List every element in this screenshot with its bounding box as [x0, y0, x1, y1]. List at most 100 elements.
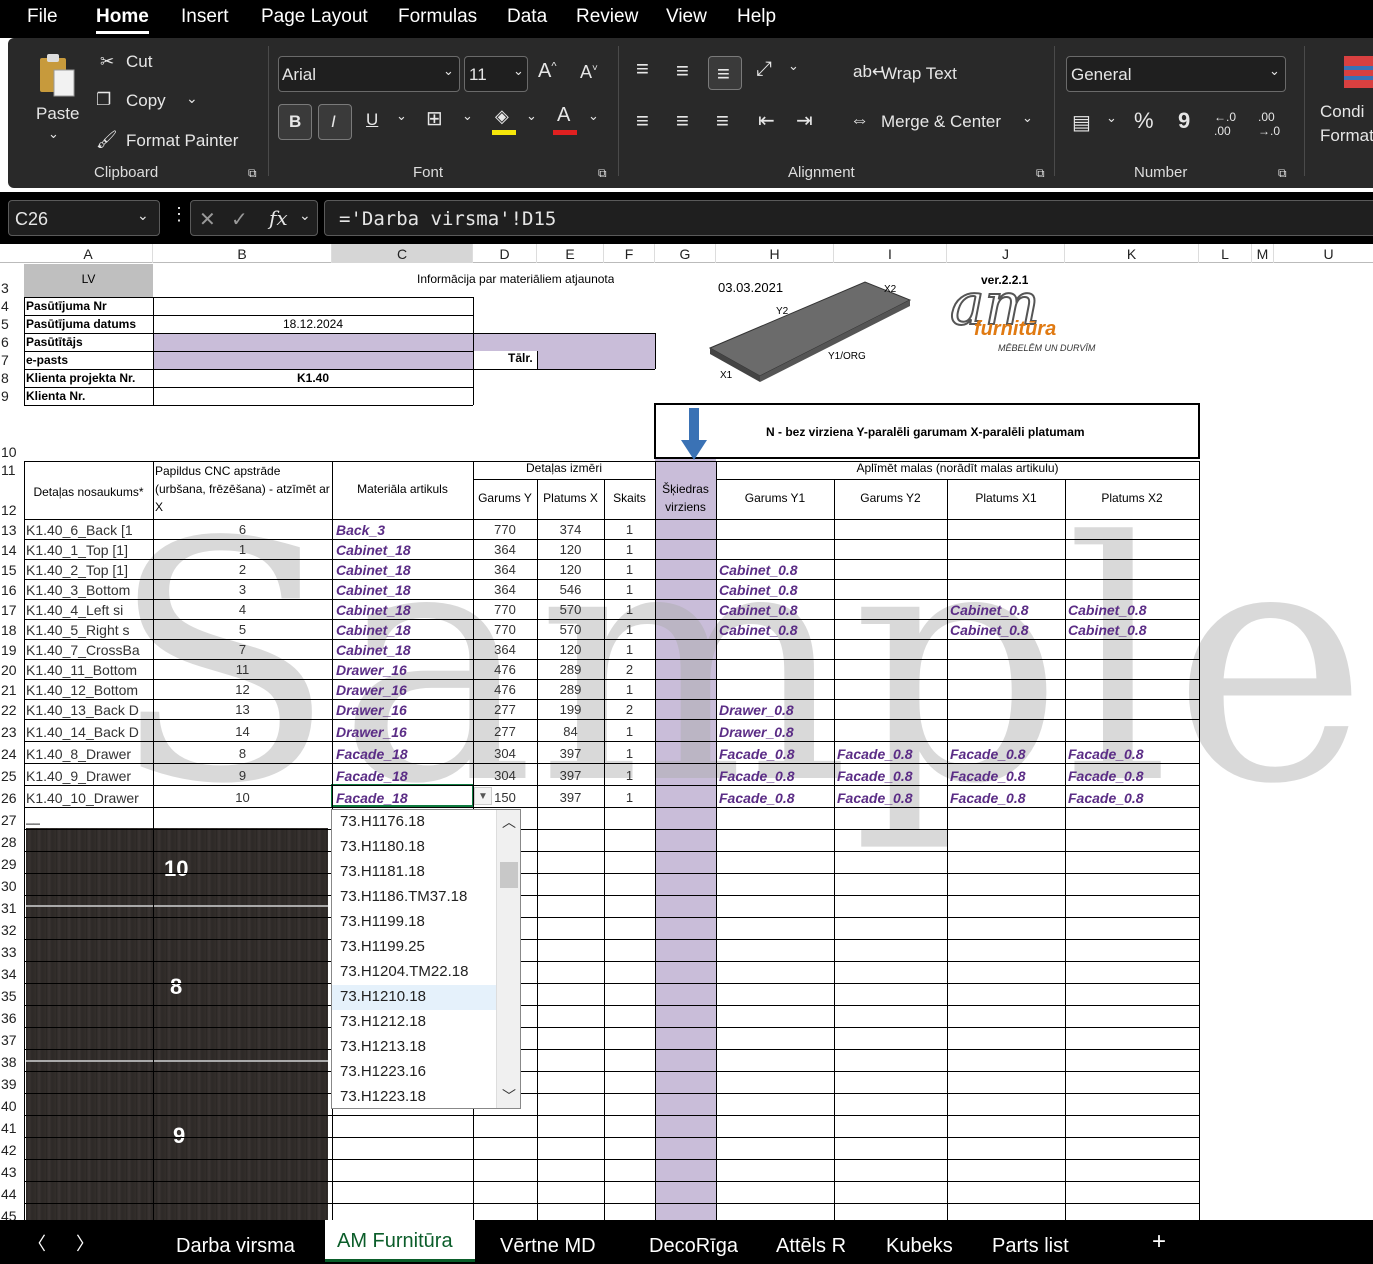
table-cell[interactable]: 2 [604, 702, 655, 717]
table-cell[interactable]: 770 [473, 602, 537, 617]
table-cell[interactable]: Facade_18 [336, 768, 473, 784]
table-cell[interactable]: Facade_0.8 [719, 768, 834, 784]
table-cell[interactable]: 1 [604, 642, 655, 657]
decrease-decimal-button[interactable]: .00 →.0 [1258, 110, 1280, 138]
material-dropdown-list[interactable]: 73.H1176.18 73.H1180.18 73.H1181.18 73.H118… [331, 809, 521, 1109]
table-cell[interactable]: Drawer_16 [336, 724, 473, 740]
col-header[interactable]: L [1199, 244, 1252, 263]
dropdown-item[interactable]: 73.H1210.18 [332, 985, 496, 1010]
tab-darba-virsma[interactable]: Darba virsma [176, 1235, 295, 1258]
insert-function-button[interactable]: fx [269, 206, 288, 230]
dropdown-item[interactable]: 73.H1181.18 [332, 860, 496, 885]
table-cell[interactable]: K1.40_7_CrossBa [26, 642, 153, 658]
font-name-select[interactable]: Arial ⌄ [278, 56, 460, 92]
increase-indent-icon[interactable]: ⇥ [796, 108, 813, 133]
table-cell[interactable]: Facade_0.8 [719, 790, 834, 806]
percent-style-button[interactable]: % [1134, 108, 1154, 134]
table-cell[interactable]: K1.40_9_Drawer [26, 768, 153, 784]
table-cell[interactable]: Cabinet_0.8 [719, 562, 834, 578]
increase-decimal-button[interactable]: ←.0.00 [1214, 110, 1236, 138]
table-cell[interactable]: Cabinet_0.8 [719, 602, 834, 618]
col-header[interactable]: E [537, 244, 604, 263]
chevron-down-icon[interactable]: ⌄ [588, 108, 599, 124]
table-cell[interactable]: Facade_0.8 [837, 768, 947, 784]
col-header[interactable]: U [1274, 244, 1373, 263]
formula-input[interactable]: ='Darba virsma'!D15 [324, 200, 1373, 236]
table-cell[interactable]: K1.40_3_Bottom [26, 582, 153, 598]
table-cell[interactable]: 1 [604, 768, 655, 783]
table-cell[interactable]: Cabinet_0.8 [950, 622, 1065, 638]
table-cell[interactable]: 289 [537, 682, 604, 697]
table-cell[interactable]: Cabinet_0.8 [1068, 602, 1199, 618]
row-header[interactable]: 3 [0, 280, 23, 296]
accounting-format-icon[interactable]: ▤ [1072, 110, 1091, 135]
paste-button[interactable]: Paste ⌄ [30, 50, 80, 150]
bold-button[interactable]: B [278, 104, 312, 140]
row-header[interactable]: 40 [0, 1098, 23, 1114]
dialog-launcher-icon[interactable]: ⧉ [598, 166, 607, 181]
row-header[interactable]: 20 [0, 662, 23, 678]
table-cell[interactable]: K1.40_8_Drawer [26, 746, 153, 762]
col-header[interactable]: A [24, 244, 153, 263]
row-header[interactable]: 42 [0, 1142, 23, 1158]
scrollbar-thumb[interactable] [500, 862, 518, 888]
merge-center-button[interactable]: Merge & Center [881, 112, 1001, 132]
borders-icon[interactable]: ⊞ [426, 106, 443, 131]
row-header[interactable]: 41 [0, 1120, 23, 1136]
row-header[interactable]: 28 [0, 834, 23, 850]
table-cell[interactable]: 770 [473, 522, 537, 537]
row-header[interactable]: 8 [0, 370, 23, 386]
conditional-formatting-button[interactable]: Condi Formatt [1318, 52, 1373, 162]
table-cell[interactable]: 304 [473, 746, 537, 761]
align-left-icon[interactable]: ≡ [636, 108, 649, 134]
table-cell[interactable]: Drawer_16 [336, 662, 473, 678]
row-header[interactable]: 30 [0, 878, 23, 894]
col-header[interactable]: F [604, 244, 655, 263]
table-cell[interactable]: 289 [537, 662, 604, 677]
dropdown-item[interactable]: 73.H1213.18 [332, 1035, 496, 1060]
more-options-icon[interactable]: ⋮ [170, 204, 188, 225]
chevron-down-icon[interactable]: ⌄ [1022, 110, 1033, 126]
table-cell[interactable]: Cabinet_0.8 [950, 602, 1065, 618]
table-cell[interactable]: K1.40_10_Drawer [26, 790, 153, 806]
name-box[interactable]: C26 ⌄ [8, 200, 160, 236]
tab-kubeks[interactable]: Kubeks [886, 1235, 953, 1258]
table-cell[interactable]: 1 [604, 724, 655, 739]
table-cell[interactable]: 1 [604, 602, 655, 617]
row-header[interactable]: 7 [0, 352, 23, 368]
table-cell[interactable]: 570 [537, 622, 604, 637]
menu-review[interactable]: Review [576, 6, 638, 28]
row-header[interactable]: 44 [0, 1186, 23, 1202]
row-header[interactable]: 36 [0, 1010, 23, 1026]
table-cell[interactable]: 5 [153, 622, 332, 637]
table-cell[interactable]: 120 [537, 562, 604, 577]
table-cell[interactable]: Facade_0.8 [837, 790, 947, 806]
table-cell[interactable]: Facade_18 [336, 746, 473, 762]
spreadsheet-grid[interactable]: A B C D E F G H I J K L M U 3 4 5 6 7 8 9 10 11 1… [0, 244, 1373, 1226]
table-cell[interactable]: 277 [473, 724, 537, 739]
row-header[interactable]: 13 [0, 522, 23, 538]
cancel-icon[interactable]: ✕ [199, 207, 216, 232]
row-header[interactable]: 16 [0, 582, 23, 598]
table-cell[interactable]: 1 [153, 542, 332, 557]
table-cell[interactable]: K1.40_11_Bottom [26, 662, 153, 678]
table-cell[interactable]: 4 [153, 602, 332, 617]
chevron-down-icon[interactable]: ⌄ [299, 207, 311, 224]
table-cell[interactable]: 1 [604, 746, 655, 761]
table-cell[interactable]: 120 [537, 542, 604, 557]
format-painter-button[interactable]: Format Painter [126, 131, 238, 151]
table-cell[interactable]: 364 [473, 542, 537, 557]
col-header[interactable]: M [1252, 244, 1274, 263]
table-cell[interactable]: 1 [604, 562, 655, 577]
comma-style-button[interactable]: 9 [1178, 108, 1190, 134]
table-cell[interactable]: Cabinet_0.8 [1068, 622, 1199, 638]
col-header[interactable]: H [716, 244, 834, 263]
table-cell[interactable]: Cabinet_0.8 [719, 582, 834, 598]
table-cell[interactable]: 476 [473, 682, 537, 697]
table-cell[interactable]: 3 [153, 582, 332, 597]
table-cell[interactable]: 9 [153, 768, 332, 783]
menu-page-layout[interactable]: Page Layout [261, 6, 368, 28]
dropdown-item[interactable]: 73.H1223.16 [332, 1060, 496, 1085]
align-top-icon[interactable]: ≡ [636, 56, 649, 82]
dropdown-item[interactable]: 73.H1186.TM37.18 [332, 885, 496, 910]
